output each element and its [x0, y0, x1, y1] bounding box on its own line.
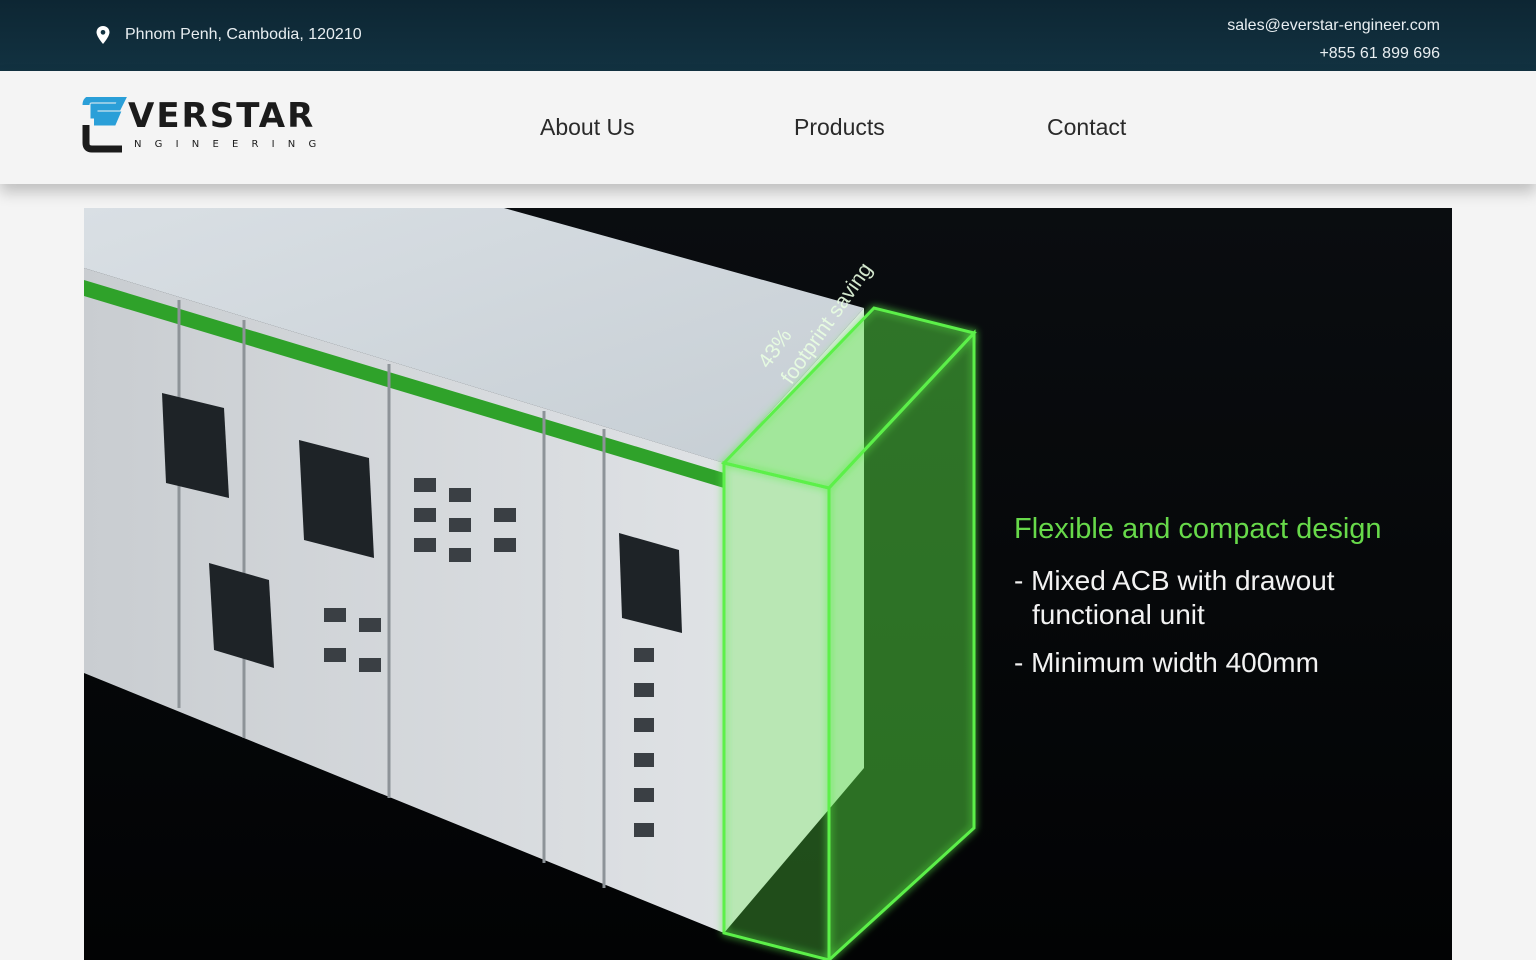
phone-link[interactable]: +855 61 899 696 — [1227, 40, 1440, 68]
hero-bullet-1: - Mixed ACB with drawout functional unit — [1014, 564, 1382, 632]
bullet-1-line-2: functional unit — [1032, 599, 1205, 630]
nav-contact[interactable]: Contact — [1047, 114, 1126, 141]
email-link[interactable]: sales@everstar-engineer.com — [1227, 12, 1440, 40]
site-header: VERSTAR NGINEERING About Us Products Con… — [0, 71, 1536, 184]
hero-headline: Flexible and compact design — [1014, 513, 1382, 545]
everstar-logo[interactable]: VERSTAR NGINEERING — [82, 95, 332, 157]
top-info-bar: Phnom Penh, Cambodia, 120210 sales@evers… — [0, 0, 1536, 71]
location: Phnom Penh, Cambodia, 120210 — [95, 26, 362, 44]
logo-bottom-text: NGINEERING — [134, 139, 329, 150]
hero-text: Flexible and compact design - Mixed ACB … — [1014, 513, 1382, 694]
nav-about-us[interactable]: About Us — [540, 114, 635, 141]
location-text: Phnom Penh, Cambodia, 120210 — [125, 26, 362, 43]
bullet-1-line-1: - Mixed ACB with drawout — [1014, 565, 1335, 596]
map-pin-icon — [96, 26, 110, 44]
nav-products[interactable]: Products — [794, 114, 885, 141]
contact-info: sales@everstar-engineer.com +855 61 899 … — [1227, 12, 1440, 68]
hero-banner: 43% footprint saving Flexible and compac… — [84, 208, 1452, 960]
logo-top-text: VERSTAR — [128, 97, 315, 136]
hero-bullet-2: - Minimum width 400mm — [1014, 647, 1319, 678]
logo-mark: VERSTAR NGINEERING — [82, 95, 329, 153]
